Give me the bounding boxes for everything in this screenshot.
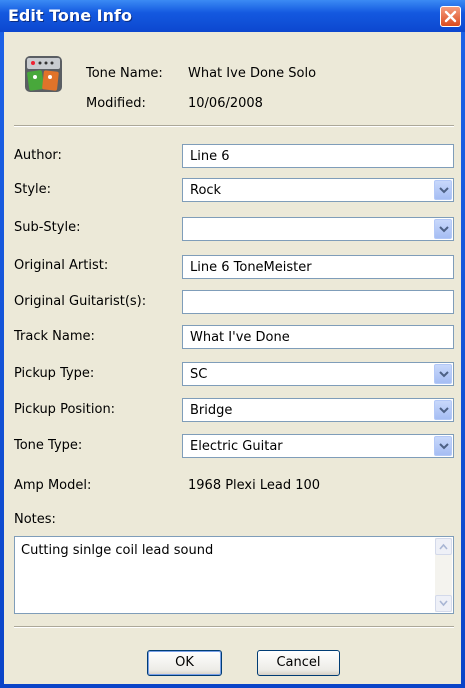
notes-textarea[interactable]: Cutting sinlge coil lead sound [14,536,454,614]
close-icon [444,10,457,23]
author-input[interactable]: Line 6 [182,144,454,168]
notes-value: Cutting sinlge coil lead sound [21,543,214,558]
modified-label: Modified: [86,96,146,111]
tone-name-label: Tone Name: [86,66,163,81]
original-artist-label: Original Artist: [14,258,109,273]
pickup-type-dropdown[interactable]: SC [182,362,454,386]
cancel-button[interactable]: Cancel [257,650,340,676]
chevron-down-icon [439,187,449,194]
title-bar[interactable]: Edit Tone Info [0,0,465,32]
tone-type-label: Tone Type: [14,438,83,453]
chevron-down-icon [439,443,449,450]
style-dropdown[interactable]: Rock [182,178,454,202]
author-label: Author: [14,148,62,163]
scroll-up-icon [439,543,448,550]
ok-button[interactable]: OK [147,650,222,676]
style-label: Style: [14,182,52,197]
tone-name-value: What Ive Done Solo [188,66,317,81]
pickup-type-label: Pickup Type: [14,366,95,381]
original-artist-input[interactable]: Line 6 ToneMeister [182,255,454,279]
pickup-position-value: Bridge [190,403,233,418]
amp-model-label: Amp Model: [14,478,92,493]
scroll-down-button[interactable] [435,595,452,612]
sub-style-dropdown[interactable] [182,217,454,241]
scroll-up-button[interactable] [435,538,452,555]
scroll-down-icon [439,600,448,607]
track-name-value: What I've Done [190,330,290,345]
amp-model-value: 1968 Plexi Lead 100 [188,478,321,493]
pickup-position-dropdown-button[interactable] [434,400,452,420]
track-name-label: Track Name: [14,329,95,344]
pickup-position-dropdown[interactable]: Bridge [182,398,454,422]
edit-tone-info-dialog: Edit Tone Info Tone Name: What Ive Done … [0,0,465,688]
tone-type-dropdown-button[interactable] [434,436,452,456]
sub-style-dropdown-button[interactable] [434,219,452,239]
style-value: Rock [190,183,222,198]
notes-label: Notes: [14,512,56,527]
header-separator [14,125,454,127]
dialog-body: Tone Name: What Ive Done Solo Modified: … [4,32,461,684]
close-button[interactable] [440,6,461,27]
pickup-type-dropdown-button[interactable] [434,364,452,384]
original-guitarists-input[interactable] [182,290,454,314]
track-name-input[interactable]: What I've Done [182,325,454,349]
tone-type-value: Electric Guitar [190,439,283,454]
tone-type-dropdown[interactable]: Electric Guitar [182,434,454,458]
pickup-position-label: Pickup Position: [14,402,116,417]
chevron-down-icon [439,371,449,378]
sub-style-label: Sub-Style: [14,220,81,235]
original-guitarists-label: Original Guitarist(s): [14,294,147,309]
pedal-board-icon [25,56,62,92]
window-title: Edit Tone Info [8,6,132,25]
notes-scrollbar[interactable] [435,538,452,612]
footer-separator [14,626,454,628]
modified-value: 10/06/2008 [188,96,263,111]
chevron-down-icon [439,407,449,414]
style-dropdown-button[interactable] [434,180,452,200]
original-artist-value: Line 6 ToneMeister [190,260,312,275]
author-value: Line 6 [190,149,230,164]
pickup-type-value: SC [190,367,208,382]
chevron-down-icon [439,226,449,233]
